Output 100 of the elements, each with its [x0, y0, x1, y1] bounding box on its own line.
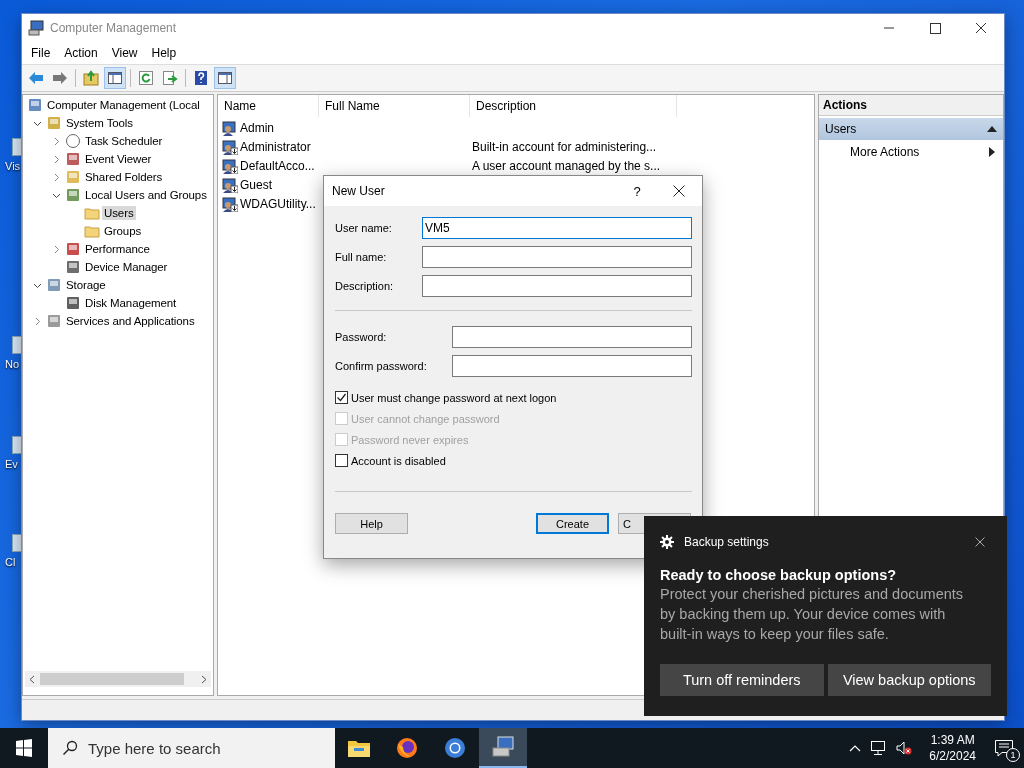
input-field[interactable]: VM5: [422, 217, 692, 239]
notification-button[interactable]: Turn off reminders: [660, 664, 824, 696]
field-label: Password:: [335, 331, 388, 343]
collapsed-chevron-icon[interactable]: [52, 136, 61, 146]
computer-icon: [28, 20, 44, 36]
notification-title: Ready to choose backup options?: [660, 567, 898, 583]
tree-item[interactable]: Services and Applications: [64, 314, 197, 328]
tree-item[interactable]: Local Users and Groups: [83, 188, 209, 202]
scroll-left-icon[interactable]: [28, 674, 37, 684]
tree-item[interactable]: Storage: [64, 278, 108, 292]
column-header[interactable]: Description: [470, 95, 677, 117]
menu-item[interactable]: Help: [144, 46, 184, 60]
notification-icon[interactable]: [994, 739, 1014, 757]
column-header[interactable]: Full Name: [319, 95, 470, 117]
notification-app-name: Backup settings: [684, 535, 770, 549]
tree-node-icon: [27, 97, 43, 113]
menu-item[interactable]: View: [104, 46, 145, 60]
tree-item[interactable]: Disk Management: [83, 296, 179, 310]
tree-node-icon: [46, 277, 62, 293]
tree-item[interactable]: Groups: [102, 224, 144, 238]
checkbox-label: User must change password at next logon: [351, 391, 557, 404]
tree-item[interactable]: Device Manager: [83, 260, 170, 274]
tree-item[interactable]: Users: [102, 206, 136, 220]
collapsed-chevron-icon[interactable]: [52, 154, 61, 164]
tree-item[interactable]: Computer Management (Local: [45, 98, 202, 112]
checkbox[interactable]: [335, 454, 348, 467]
time: 1:39 AM: [930, 732, 975, 748]
password-field[interactable]: [452, 326, 692, 348]
field-label: User name:: [335, 222, 393, 234]
collapse-triangle-icon[interactable]: [987, 125, 997, 133]
dialog-button[interactable]: Help: [335, 513, 408, 534]
desktop-icon-label[interactable]: No: [5, 358, 20, 370]
scroll-right-icon[interactable]: [199, 674, 208, 684]
tree-item[interactable]: Performance: [83, 242, 152, 256]
tree-node-icon: [65, 295, 81, 311]
user-description: A user account managed by the s...: [472, 158, 661, 173]
tree-item[interactable]: System Tools: [64, 116, 135, 130]
folder-icon: [84, 223, 100, 239]
dialog-title: New User: [332, 184, 386, 198]
horizontal-scrollbar[interactable]: [25, 671, 211, 687]
checkbox-label: Password never expires: [351, 433, 469, 446]
network-icon[interactable]: [869, 740, 888, 756]
tree-node-icon: [65, 259, 81, 275]
user-description: Built-in account for administering...: [472, 139, 657, 154]
computer-icon[interactable]: [491, 735, 515, 759]
tree-item[interactable]: Event Viewer: [83, 152, 154, 166]
actions-header: Actions: [819, 95, 1003, 116]
action-link[interactable]: More Actions: [850, 145, 920, 159]
checkbox-label: User cannot change password: [351, 412, 500, 425]
tree-node-icon: [46, 115, 62, 131]
tree-node-icon: [65, 187, 81, 203]
checkbox[interactable]: [335, 391, 348, 404]
user-name[interactable]: Admin: [240, 120, 274, 135]
field-label: Full name:: [335, 251, 388, 263]
search-icon: [62, 740, 78, 756]
dialog-button[interactable]: Create: [536, 513, 609, 534]
muted-speaker-icon[interactable]: [895, 740, 914, 756]
taskbar-app[interactable]: [479, 728, 527, 768]
tree-item[interactable]: Task Scheduler: [83, 134, 165, 148]
tree-item[interactable]: Shared Folders: [83, 170, 165, 184]
folder-icon: [84, 205, 100, 221]
ring-icon[interactable]: [443, 736, 467, 760]
checkbox-label: Account is disabled: [351, 454, 446, 467]
collapsed-chevron-icon[interactable]: [52, 244, 61, 254]
tree-node-icon: [65, 169, 81, 185]
input-field[interactable]: [422, 246, 692, 268]
panel-icon[interactable]: [214, 67, 236, 89]
search-field[interactable]: Type here to search: [48, 728, 335, 768]
fox-globe-icon[interactable]: [395, 736, 419, 760]
close-icon[interactable]: [975, 537, 985, 547]
window-title: Computer Management: [50, 21, 178, 35]
collapsed-chevron-icon[interactable]: [52, 172, 61, 182]
clock[interactable]: 1:39 AM 6/2/2024: [929, 732, 976, 764]
column-header[interactable]: Name: [218, 95, 319, 117]
panel-icon[interactable]: [104, 67, 126, 89]
desktop-icon-label[interactable]: Vis: [5, 160, 21, 172]
submenu-arrow-icon: [989, 147, 995, 157]
chevron-up-icon[interactable]: [849, 744, 862, 752]
collapsed-chevron-icon[interactable]: [33, 316, 42, 326]
date: 6/2/2024: [929, 748, 976, 764]
desktop-icon-label[interactable]: Cl: [5, 556, 16, 568]
settings-icon: [660, 535, 674, 549]
close-icon[interactable]: [673, 185, 685, 197]
notification-message: Protect your cherished pictures and documents by backing them up. Your device comes with built-in ways to keep your files safe.: [660, 585, 965, 644]
notification-button[interactable]: View backup options: [827, 664, 991, 696]
field-label: Confirm password:: [335, 360, 428, 372]
tree-node-icon: [46, 313, 62, 329]
help-button[interactable]: ?: [627, 183, 647, 199]
section-title: Users: [825, 122, 857, 136]
field-label: Description:: [335, 280, 395, 292]
menu-item[interactable]: File: [24, 46, 58, 60]
tree-node-icon: [65, 133, 81, 149]
tree-node-icon: [65, 151, 81, 167]
password-field[interactable]: [452, 355, 692, 377]
input-field[interactable]: [422, 275, 692, 297]
actions-section[interactable]: Users: [819, 118, 1003, 140]
desktop-icon-label[interactable]: Ev: [5, 458, 18, 470]
menu-item[interactable]: Action: [57, 46, 105, 60]
tree-node-icon: [65, 241, 81, 257]
notification-count-badge: 1: [1006, 748, 1020, 762]
